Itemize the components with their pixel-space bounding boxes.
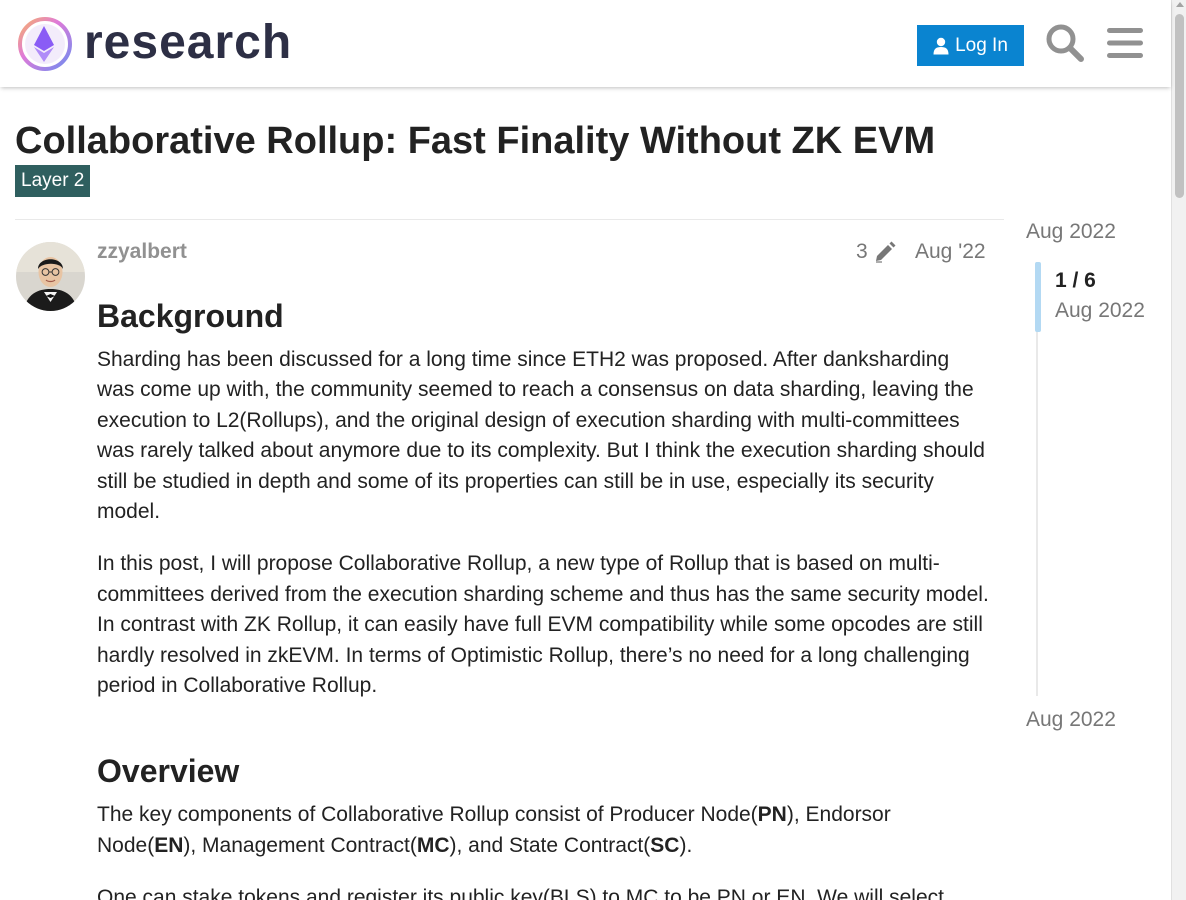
log-in-label: Log In xyxy=(955,34,1008,56)
scroll-up-arrow-icon[interactable] xyxy=(1176,2,1184,7)
page-scrollbar[interactable] xyxy=(1171,0,1186,900)
paragraph-2: In this post, I will propose Collaborati… xyxy=(97,552,989,698)
post-date[interactable]: Aug '22 xyxy=(915,240,986,264)
site-name[interactable]: research xyxy=(84,13,292,73)
hamburger-menu-icon[interactable] xyxy=(1107,26,1143,60)
timeline-start-date[interactable]: Aug 2022 xyxy=(1026,220,1116,244)
post-author-username[interactable]: zzyalbert xyxy=(97,240,187,264)
post-edit-history[interactable]: 3 xyxy=(856,240,896,264)
para-3-text: ). xyxy=(679,833,693,857)
para-3-bold: SC xyxy=(650,833,680,857)
para-3-text: ), and State Contract( xyxy=(449,833,651,857)
paragraph-3: The key components of Collaborative Roll… xyxy=(97,800,992,861)
ethereum-research-logo[interactable] xyxy=(16,14,76,74)
user-icon xyxy=(933,37,949,54)
para-3-bold: PN xyxy=(757,803,787,827)
edit-count: 3 xyxy=(856,240,868,263)
timeline-end-date[interactable]: Aug 2022 xyxy=(1026,708,1116,732)
timeline-position-date: Aug 2022 xyxy=(1055,299,1145,322)
pencil-icon xyxy=(875,241,896,263)
para-3-text: ), Management Contract( xyxy=(183,833,417,857)
scrollbar-thumb[interactable] xyxy=(1175,14,1184,198)
timeline-position[interactable]: 1 / 6 xyxy=(1055,269,1096,293)
search-icon[interactable] xyxy=(1044,22,1086,64)
heading-background: Background xyxy=(97,298,284,334)
title-divider xyxy=(15,219,1004,220)
paragraph-1: Sharding has been discussed for a long t… xyxy=(97,348,985,524)
heading-overview: Overview xyxy=(97,753,240,790)
log-in-button[interactable]: Log In xyxy=(917,25,1024,66)
topic-title[interactable]: Collaborative Rollup: Fast Finality With… xyxy=(15,120,935,163)
para-3-text: The key components of Collaborative Roll… xyxy=(97,803,758,827)
avatar[interactable] xyxy=(16,242,85,311)
paragraph-4: One can stake tokens and register its pu… xyxy=(97,886,944,900)
para-3-bold: MC xyxy=(416,833,450,857)
category-badge[interactable]: Layer 2 xyxy=(15,165,91,197)
para-3-bold: EN xyxy=(154,833,184,857)
post-body: Background Sharding has been discussed f… xyxy=(97,296,992,900)
timeline-handle[interactable] xyxy=(1035,262,1041,332)
site-header: research Log In xyxy=(0,0,1171,87)
